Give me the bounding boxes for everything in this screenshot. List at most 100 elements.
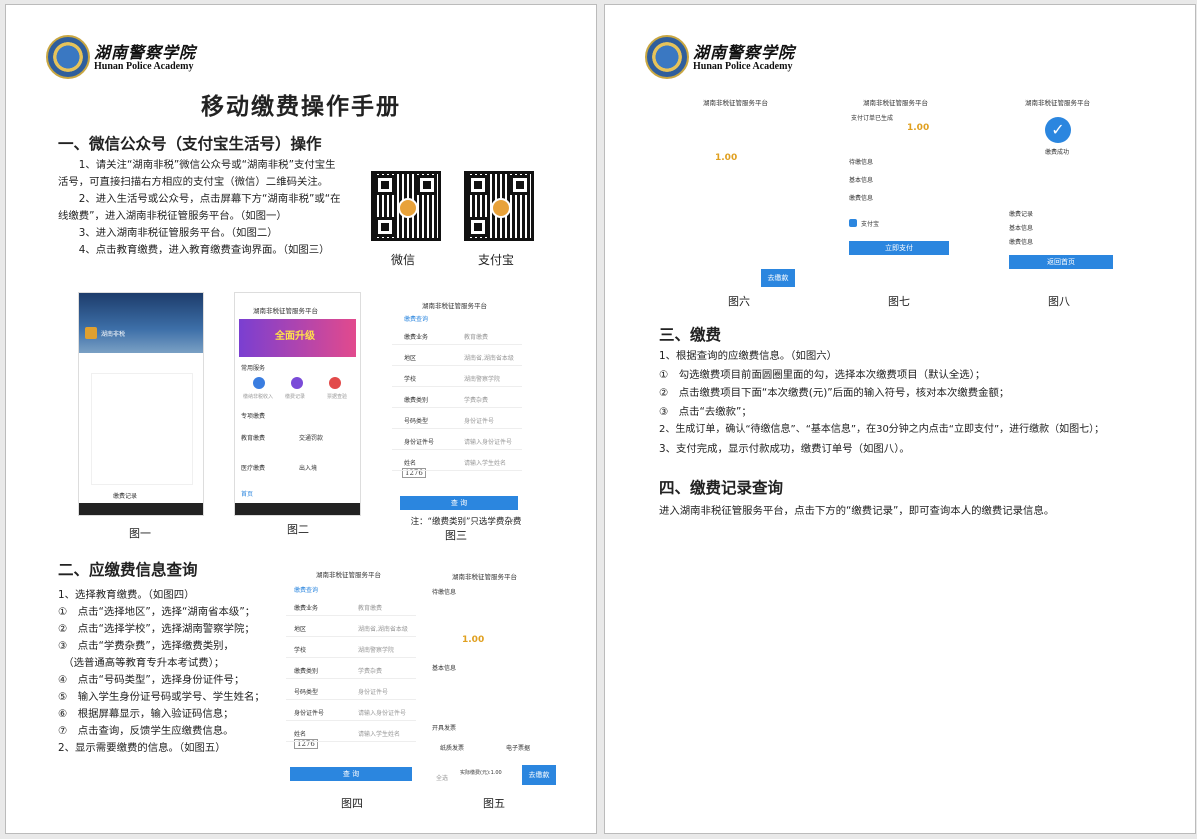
go-pay-button[interactable]: 去缴款	[522, 765, 556, 785]
traffic-fine-item[interactable]: 交通罚款	[299, 433, 323, 442]
section-1-text: 1、请关注“湖南非税”微信公众号或“湖南非税”支付宝生 活号，可直接扫描右方相应…	[58, 157, 341, 259]
figure-2-screenshot: 湖南非税征管服务平台 全面升级 常用服务 缴纳非税收入 缴费记录 票据查验 专项…	[234, 292, 361, 516]
invoice-section: 开具发票	[432, 725, 457, 732]
select-all-checkbox[interactable]: 全选	[436, 773, 448, 782]
text-line: ② 点击缴费项目下面“本次缴费(元)”后面的输入符号，核对本次缴费金额；	[659, 387, 1010, 399]
query-button[interactable]: 查 询	[400, 496, 518, 510]
section-1-heading: 一、微信公众号（支付宝生活号）操作	[58, 135, 322, 153]
form-field-value[interactable]: 身份证件号	[358, 687, 388, 696]
manual-page-1: 湖南警察学院 Hunan Police Academy 移动缴费操作手册 一、微…	[5, 4, 597, 834]
text-line: 3、支付完成，显示付款成功，缴费订单号（如图八）。	[659, 442, 910, 455]
figure-4-caption: 图四	[341, 797, 363, 810]
banner-title: 湖南非税	[101, 331, 126, 338]
form-field-label: 缴费业务	[294, 605, 319, 612]
section-4-heading: 四、缴费记录查询	[659, 479, 784, 497]
form-field-label: 学校	[404, 376, 417, 383]
form-field-label: 缴费类别	[404, 397, 429, 404]
form-field-value[interactable]: 身份证件号	[464, 416, 494, 425]
figure-3-caption: 图三	[445, 529, 467, 542]
alipay-qr-code	[464, 171, 534, 241]
document-title: 移动缴费操作手册	[201, 94, 401, 120]
text-line: 2、显示需要缴费的信息。（如图五）	[58, 742, 226, 754]
section-2-text: 1、选择教育缴费。（如图四） ① 点击“选择地区”，选择“湖南省本级”； ② 点…	[58, 587, 265, 757]
form-field-value[interactable]: 学费杂费	[358, 666, 382, 675]
text-line: （选普通高等教育专升本考试费）；	[58, 657, 225, 669]
text-line: ① 点击“选择地区”，选择“湖南省本级”；	[58, 606, 256, 618]
figure-1-caption: 图一	[129, 527, 151, 540]
form-field-label: 学校	[294, 647, 307, 654]
figure-3-note: 注：“缴费类别”只选学费杂费	[410, 517, 522, 527]
section-common: 常用服务	[241, 365, 266, 372]
form-field-value[interactable]: 湖南省,湖南省本级	[464, 353, 514, 362]
form-field-value[interactable]: 教育缴费	[464, 332, 488, 341]
pay-now-button[interactable]: 立即支付	[849, 241, 949, 255]
text-line: 1、请关注“湖南非税”微信公众号或“湖南非税”支付宝生	[58, 159, 336, 171]
form-field-value[interactable]: 湖南省,湖南省本级	[358, 624, 408, 633]
figure-7-caption: 图七	[888, 295, 910, 308]
service-icon	[291, 377, 303, 389]
promo-banner-text: 全面升级	[275, 331, 315, 342]
city-banner-image	[79, 293, 203, 353]
service-label: 票据查验	[327, 394, 348, 400]
text-line: ④ 点击“号码类型”，选择身份证件号；	[58, 674, 245, 686]
form-field-label: 姓名	[294, 731, 307, 738]
back-home-button[interactable]: 返回首页	[1009, 255, 1113, 269]
service-label: 缴费记录	[285, 394, 306, 400]
figure-5-screenshot: 湖南非税征管服务平台 待缴信息 1.00 基本信息 开具发票 纸质发票 电子票据…	[426, 563, 556, 785]
form-field-value[interactable]: 请输入身份证件号	[358, 708, 406, 717]
figure-7-screenshot: 湖南非税征管服务平台 支付订单已生成 1.00 待缴信息 基本信息 缴费信息 支…	[839, 91, 957, 287]
basic-info-row[interactable]: 基本信息	[849, 175, 873, 184]
figure-2-caption: 图二	[287, 523, 309, 536]
text-line: 4、点击教育缴费，进入教育缴费查询界面。（如图三）	[58, 244, 330, 256]
form-field-value[interactable]: 湖南警察学院	[358, 645, 394, 654]
text-line: 3、进入湖南非税征管服务平台。（如图二）	[58, 227, 278, 239]
medical-pay-item[interactable]: 医疗缴费	[241, 463, 265, 472]
form-field-label: 姓名	[404, 460, 417, 467]
basic-info-section: 基本信息	[432, 665, 457, 672]
form-field-value[interactable]: 学费杂费	[464, 395, 488, 404]
figure-4-screenshot: 湖南非税征管服务平台 缴费查询 1276 查 询 缴费业务 教育缴费 地区 湖南省,湖…	[286, 563, 416, 785]
form-field-value[interactable]: 湖南警察学院	[464, 374, 500, 383]
text-line: ③ 点击“去缴款”；	[659, 405, 752, 418]
academy-logo-emblem	[46, 35, 90, 79]
service-label: 缴纳非税收入	[243, 394, 274, 400]
text-line: ⑥ 根据屏幕显示，输入验证码信息；	[58, 708, 234, 720]
nav-home[interactable]: 首页	[241, 489, 253, 498]
form-field-label: 缴费类别	[294, 668, 319, 675]
service-icon	[329, 377, 341, 389]
figure-3-screenshot: 湖南非税征管服务平台 缴费查询 1276 查 询 缴费业务 教育缴费 地区 湖南省,湖…	[392, 292, 522, 514]
android-nav-bar	[235, 503, 360, 515]
section-2-heading: 二、应缴费信息查询	[58, 561, 198, 579]
form-field-label: 号码类型	[404, 418, 429, 425]
paper-invoice-option[interactable]: 纸质发票	[440, 743, 464, 752]
text-line: 活号，可直接扫描右方相应的支付宝（微信）二维码关注。	[58, 176, 329, 188]
order-created-text: 支付订单已生成	[851, 115, 894, 122]
pay-record-row: 缴费记录	[1009, 211, 1034, 218]
form-field-label: 身份证件号	[294, 710, 325, 717]
form-field-label: 身份证件号	[404, 439, 435, 446]
form-field-value[interactable]: 请输入学生姓名	[464, 458, 506, 467]
e-invoice-option[interactable]: 电子票据	[506, 743, 530, 752]
alipay-qr-label: 支付宝	[477, 253, 514, 267]
app-header: 湖南非税征管服务平台	[422, 302, 487, 310]
pay-info-row[interactable]: 缴费信息	[849, 193, 873, 202]
android-nav-bar	[79, 503, 203, 515]
form-field-value[interactable]: 教育缴费	[358, 603, 382, 612]
go-pay-button[interactable]: 去缴款	[761, 269, 795, 287]
query-button[interactable]: 查 询	[290, 767, 412, 781]
form-field-value[interactable]: 请输入身份证件号	[464, 437, 512, 446]
section-4-text: 进入湖南非税征管服务平台，点击下方的“缴费记录”，即可查询本人的缴费记录信息。	[659, 505, 1055, 517]
exit-entry-item[interactable]: 出入境	[299, 463, 317, 472]
form-field-value[interactable]: 请输入学生姓名	[358, 729, 400, 738]
text-line: 2、进入生活号或公众号，点击屏幕下方“湖南非税”或“在	[58, 193, 341, 205]
app-header: 湖南非税征管服务平台	[253, 307, 318, 315]
service-icon	[253, 377, 265, 389]
alipay-option[interactable]: 支付宝	[861, 219, 879, 228]
edu-pay-item[interactable]: 教育缴费	[241, 433, 265, 442]
figure-8-screenshot: 湖南非税征管服务平台 ✓ 缴费成功 缴费记录 基本信息 缴费信息 返回首页	[1001, 91, 1119, 287]
academy-logo-emblem	[645, 35, 689, 79]
app-header: 湖南非税征管服务平台	[703, 99, 768, 107]
pending-info-row[interactable]: 待缴信息	[849, 157, 873, 166]
menu-pay-record: 缴费记录	[113, 493, 138, 500]
figure-8-caption: 图八	[1048, 295, 1070, 308]
